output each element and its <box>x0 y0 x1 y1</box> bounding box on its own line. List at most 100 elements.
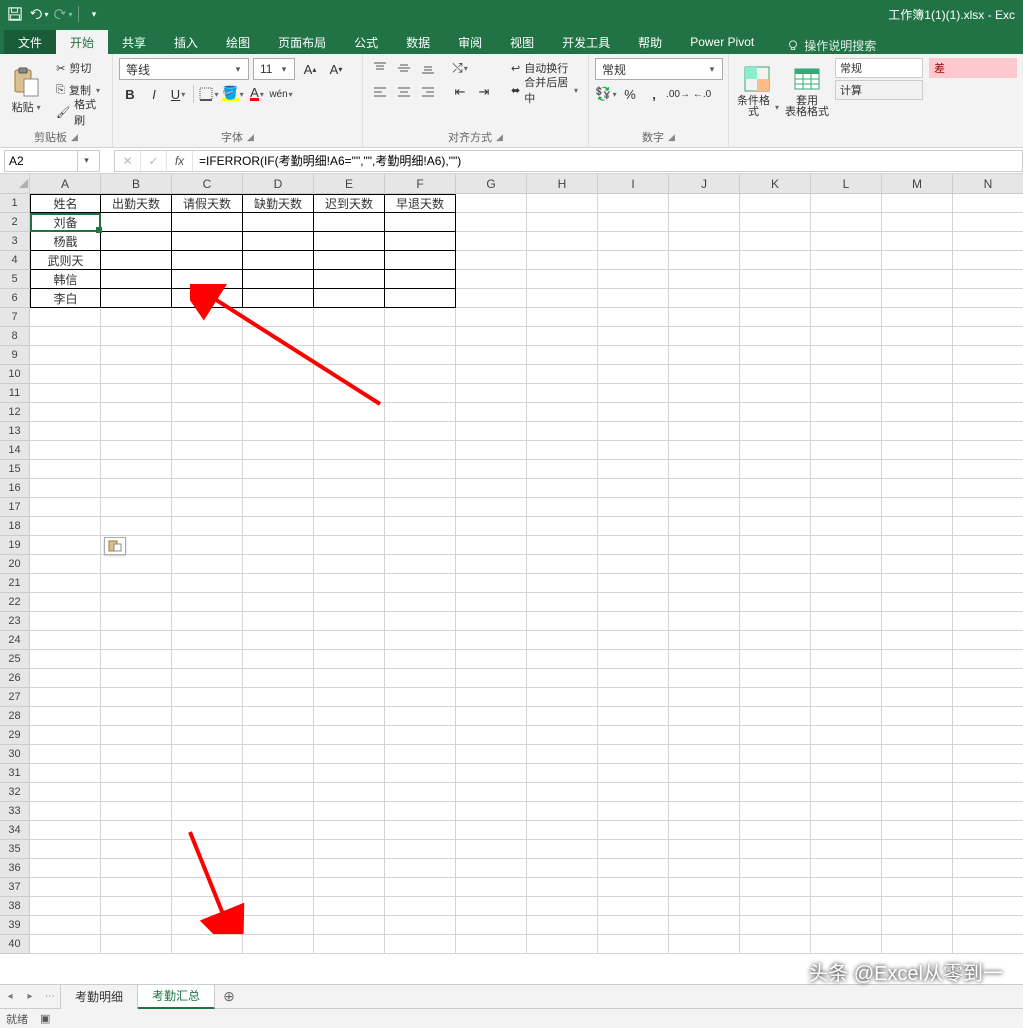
cell[interactable] <box>456 232 527 251</box>
save-button[interactable] <box>4 3 26 25</box>
cell[interactable] <box>740 517 811 536</box>
cell[interactable] <box>456 897 527 916</box>
row-header[interactable]: 20 <box>0 555 30 574</box>
cell[interactable] <box>811 365 882 384</box>
cell[interactable] <box>385 916 456 935</box>
align-center-button[interactable] <box>393 82 415 102</box>
cell[interactable] <box>101 213 172 232</box>
cell[interactable] <box>385 802 456 821</box>
cell[interactable] <box>172 232 243 251</box>
cell[interactable] <box>953 289 1023 308</box>
column-header[interactable]: A <box>30 174 101 194</box>
cell[interactable] <box>598 650 669 669</box>
cell[interactable] <box>101 821 172 840</box>
align-middle-button[interactable] <box>393 58 415 78</box>
row-header[interactable]: 13 <box>0 422 30 441</box>
orientation-button[interactable]: ⤭▾ <box>449 58 471 78</box>
cell[interactable] <box>101 251 172 270</box>
cell[interactable] <box>456 859 527 878</box>
cell[interactable] <box>30 536 101 555</box>
cell[interactable] <box>243 251 314 270</box>
cell[interactable] <box>669 422 740 441</box>
cell[interactable] <box>243 536 314 555</box>
percent-button[interactable]: % <box>619 84 641 104</box>
borders-button[interactable]: ▾ <box>198 84 220 104</box>
phonetic-button[interactable]: wén▾ <box>270 84 292 104</box>
cell[interactable] <box>669 441 740 460</box>
cell[interactable] <box>882 232 953 251</box>
cell[interactable] <box>314 593 385 612</box>
cell[interactable] <box>669 669 740 688</box>
redo-button[interactable]: ▾ <box>52 3 74 25</box>
cell[interactable] <box>456 213 527 232</box>
cell[interactable] <box>101 422 172 441</box>
cell[interactable] <box>456 650 527 669</box>
cell[interactable] <box>882 935 953 954</box>
cell[interactable] <box>953 631 1023 650</box>
cell[interactable] <box>385 821 456 840</box>
cell[interactable] <box>456 270 527 289</box>
cell[interactable] <box>30 631 101 650</box>
cell[interactable] <box>456 517 527 536</box>
cell[interactable] <box>101 403 172 422</box>
cell[interactable] <box>456 327 527 346</box>
cell[interactable] <box>30 650 101 669</box>
row-header[interactable]: 38 <box>0 897 30 916</box>
cell[interactable] <box>811 308 882 327</box>
cell[interactable] <box>811 764 882 783</box>
row-header[interactable]: 15 <box>0 460 30 479</box>
cell[interactable] <box>30 346 101 365</box>
column-header[interactable]: E <box>314 174 385 194</box>
cut-button[interactable]: ✂ 剪切 <box>52 58 106 78</box>
cell[interactable] <box>172 384 243 403</box>
cell[interactable]: 请假天数 <box>172 194 243 213</box>
cell[interactable] <box>811 574 882 593</box>
cell[interactable] <box>953 574 1023 593</box>
tab-review[interactable]: 审阅 <box>444 30 496 54</box>
cell[interactable] <box>740 270 811 289</box>
cell[interactable] <box>669 631 740 650</box>
cell[interactable] <box>811 726 882 745</box>
tab-file[interactable]: 文件 <box>4 30 56 54</box>
cell[interactable] <box>385 460 456 479</box>
row-header[interactable]: 26 <box>0 669 30 688</box>
cell[interactable] <box>314 764 385 783</box>
cell[interactable] <box>882 631 953 650</box>
cell[interactable] <box>811 194 882 213</box>
cell[interactable] <box>953 612 1023 631</box>
cell[interactable] <box>30 726 101 745</box>
cell[interactable] <box>669 289 740 308</box>
cell[interactable] <box>811 802 882 821</box>
cell[interactable] <box>953 555 1023 574</box>
cell[interactable] <box>811 859 882 878</box>
cell[interactable] <box>811 517 882 536</box>
cell[interactable] <box>882 194 953 213</box>
cell[interactable] <box>669 916 740 935</box>
cell[interactable] <box>740 840 811 859</box>
cell[interactable] <box>882 802 953 821</box>
cell[interactable] <box>882 745 953 764</box>
cell[interactable] <box>527 726 598 745</box>
cell[interactable] <box>811 213 882 232</box>
cell[interactable] <box>30 308 101 327</box>
cell[interactable] <box>243 593 314 612</box>
cell[interactable] <box>385 479 456 498</box>
cell[interactable] <box>172 783 243 802</box>
cell[interactable] <box>740 213 811 232</box>
cell[interactable] <box>385 403 456 422</box>
cell[interactable] <box>740 764 811 783</box>
tab-view[interactable]: 视图 <box>496 30 548 54</box>
cell[interactable] <box>456 384 527 403</box>
font-launcher[interactable]: ◢ <box>247 132 254 143</box>
cell[interactable] <box>30 498 101 517</box>
cell[interactable] <box>456 574 527 593</box>
cell[interactable] <box>385 935 456 954</box>
cell[interactable] <box>882 270 953 289</box>
cell[interactable] <box>527 821 598 840</box>
tab-share[interactable]: 共享 <box>108 30 160 54</box>
cell[interactable] <box>456 726 527 745</box>
comma-button[interactable]: , <box>643 84 665 104</box>
cell[interactable] <box>385 783 456 802</box>
cell[interactable] <box>172 878 243 897</box>
tab-layout[interactable]: 页面布局 <box>264 30 340 54</box>
